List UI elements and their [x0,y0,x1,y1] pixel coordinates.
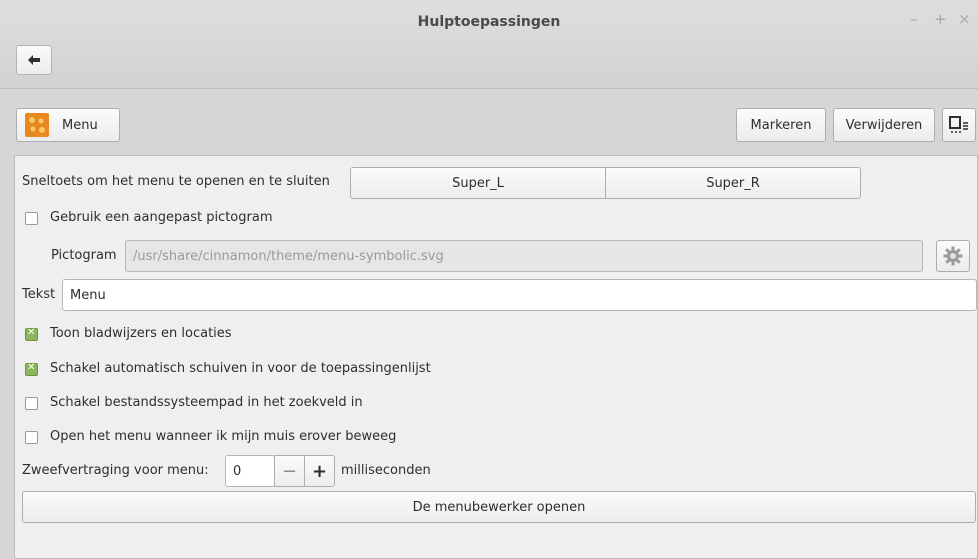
text-input[interactable]: Menu [62,279,977,311]
icon-chooser-button[interactable] [936,240,970,272]
show-bookmarks-checkbox[interactable] [25,327,38,341]
hover-delay-unit: milliseconden [341,463,431,478]
show-bookmarks-label: Toon bladwijzers en locaties [50,326,232,341]
content-area: Menu Markeren Verwijderen Sneltoets om h… [0,89,978,559]
hotkey-label: Sneltoets om het menu te openen en te sl… [22,174,330,189]
icon-path-field[interactable]: /usr/share/cinnamon/theme/menu-symbolic.… [125,240,923,272]
arrow-left-icon [28,55,40,65]
maximize-button[interactable]: + [934,10,947,28]
minimize-button[interactable]: – [910,10,918,28]
hover-delay-label: Zweefvertraging voor menu: [22,463,209,478]
applet-icon [25,113,49,137]
export-icon [949,116,968,133]
open-menu-editor-button[interactable]: De menubewerker openen [22,491,976,523]
autoscroll-label: Schakel automatisch schuiven in voor de … [50,361,431,376]
back-button[interactable] [16,45,52,75]
icon-path-label: Pictogram [51,248,117,263]
settings-panel: Sneltoets om het menu te openen en te sl… [14,155,978,559]
custom-icon-label: Gebruik een aangepast pictogram [50,210,273,225]
custom-icon-checkbox[interactable] [25,212,38,225]
gear-icon [943,246,963,266]
hotkey-primary-button[interactable]: Super_L [350,167,606,199]
window-title: Hulptoepassingen [417,14,561,30]
hover-delay-input[interactable]: 0 [225,455,275,487]
export-button[interactable] [942,108,976,142]
filesystem-path-checkbox[interactable] [25,397,38,410]
menu-applet-label: Menu [62,117,98,133]
open-on-hover-checkbox[interactable] [25,431,38,444]
menu-applet-button[interactable]: Menu [16,108,120,142]
increase-delay-button[interactable]: + [304,455,335,487]
hotkey-secondary-button[interactable]: Super_R [605,167,861,199]
decrease-delay-button[interactable]: − [274,455,305,487]
remove-button[interactable]: Verwijderen [833,108,935,142]
window-titlebar: Hulptoepassingen – + × [0,0,978,89]
highlight-button[interactable]: Markeren [736,108,826,142]
text-label: Tekst [22,287,56,302]
autoscroll-checkbox[interactable] [25,362,38,376]
open-on-hover-label: Open het menu wanneer ik mijn muis erove… [50,429,397,444]
close-button[interactable]: × [958,10,971,28]
filesystem-path-label: Schakel bestandssysteempad in het zoekve… [50,395,363,410]
